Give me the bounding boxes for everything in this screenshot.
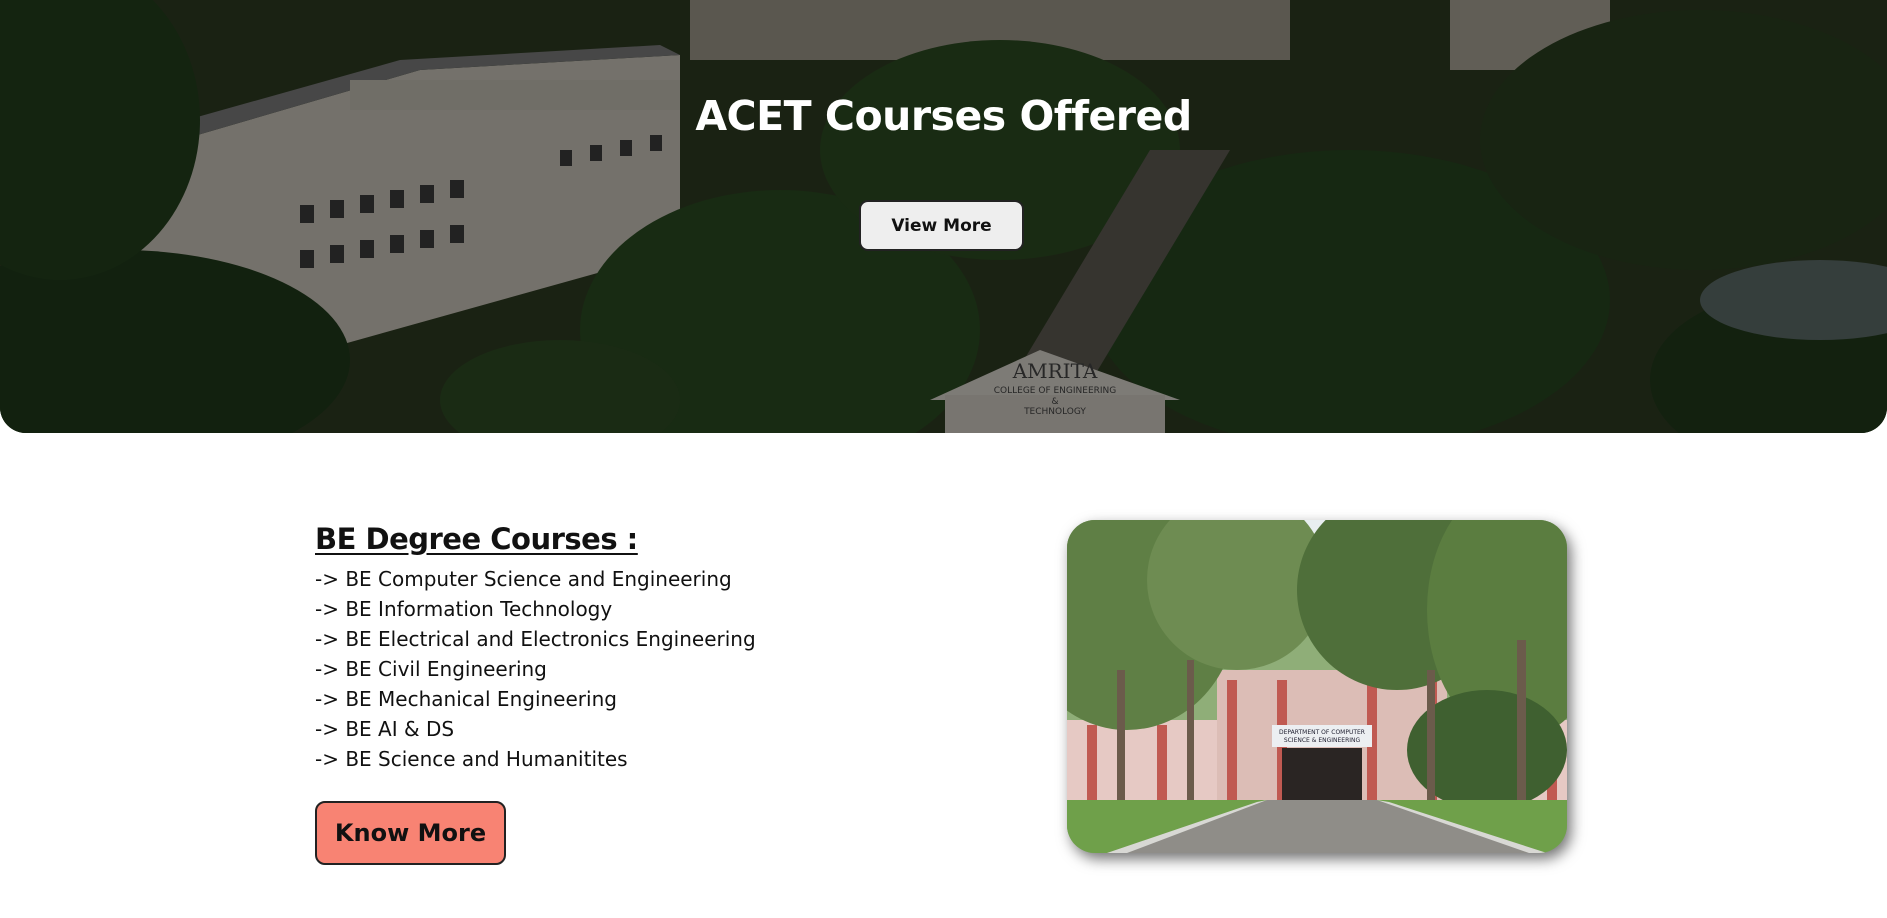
courses-section: BE Degree Courses : -> BE Computer Scien… — [315, 522, 875, 774]
building-sign-line-1: DEPARTMENT OF COMPUTER — [1279, 729, 1365, 736]
courses-heading: BE Degree Courses : — [315, 522, 638, 556]
hero-banner: AMRITA COLLEGE OF ENGINEERING & TECHNOLO… — [0, 0, 1887, 433]
course-item: -> BE Civil Engineering — [315, 657, 547, 681]
course-item: -> BE Computer Science and Engineering — [315, 567, 732, 591]
course-list: -> BE Computer Science and Engineering -… — [315, 564, 875, 774]
course-item: -> BE Information Technology — [315, 597, 613, 621]
hero-title: ACET Courses Offered — [695, 92, 1192, 140]
course-item: -> BE Mechanical Engineering — [315, 687, 617, 711]
department-building-image: DEPARTMENT OF COMPUTER SCIENCE & ENGINEE… — [1067, 520, 1567, 853]
view-more-button[interactable]: View More — [859, 200, 1024, 251]
course-item: -> BE AI & DS — [315, 717, 455, 741]
course-item: -> BE Electrical and Electronics Enginee… — [315, 627, 756, 651]
course-item: -> BE Science and Humanitites — [315, 747, 628, 771]
department-photo: DEPARTMENT OF COMPUTER SCIENCE & ENGINEE… — [1067, 520, 1567, 853]
know-more-button[interactable]: Know More — [315, 801, 506, 865]
building-sign-line-2: SCIENCE & ENGINEERING — [1284, 737, 1361, 744]
